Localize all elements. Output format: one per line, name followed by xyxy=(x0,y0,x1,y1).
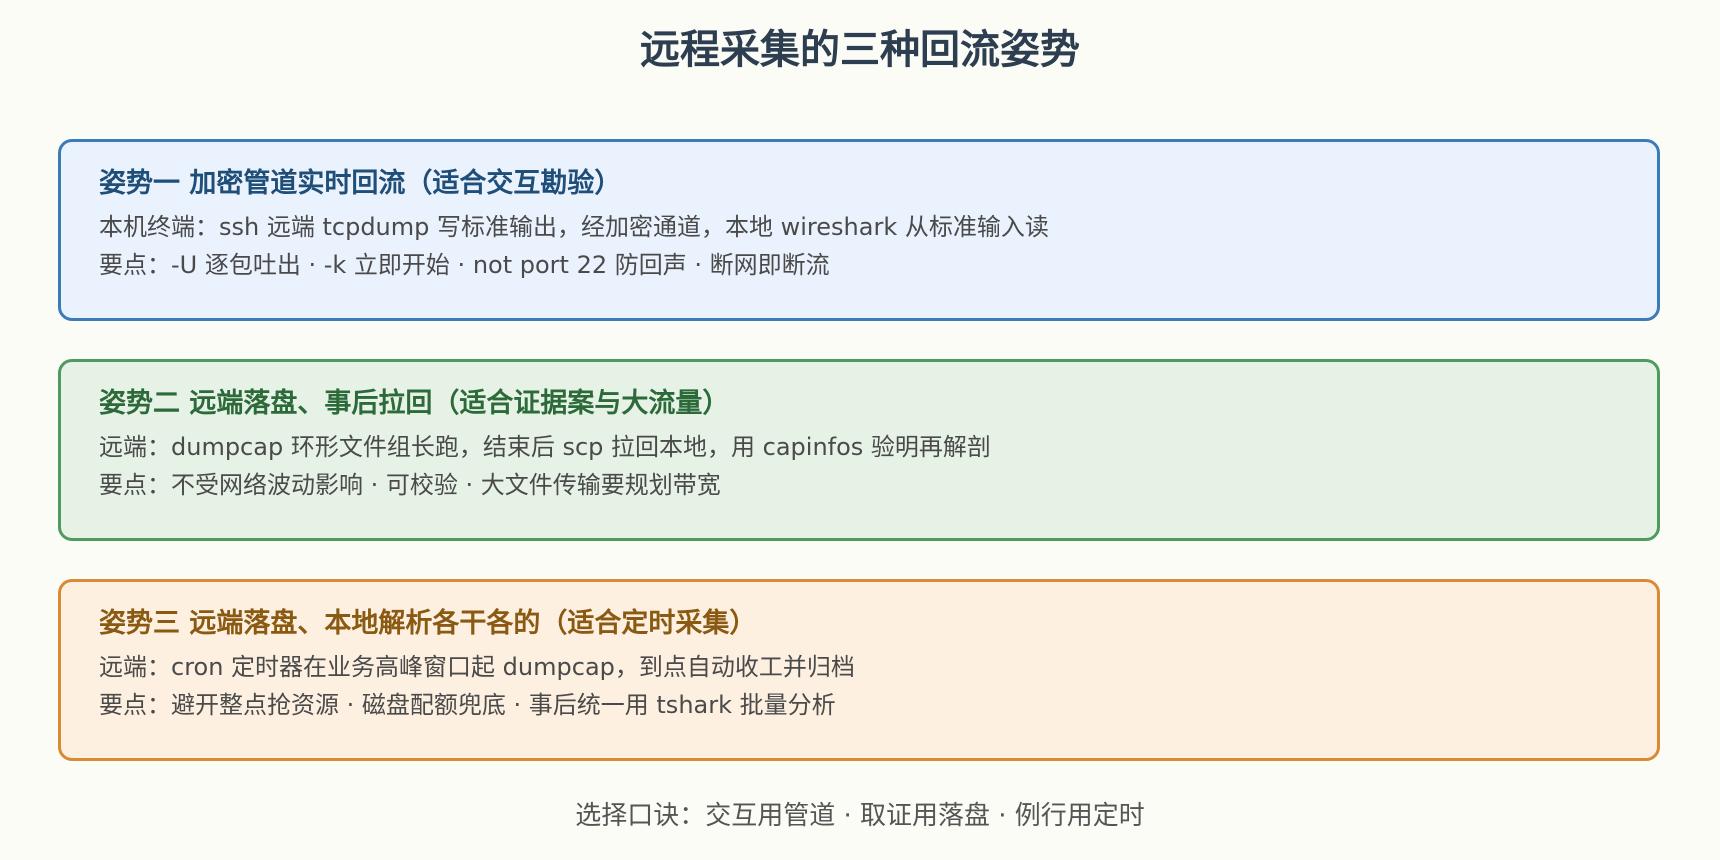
selection-mnemonic: 选择口诀：交互用管道 · 取证用落盘 · 例行用定时 xyxy=(575,801,1145,831)
card-description: 远端：dumpcap 环形文件组长跑，结束后 scp 拉回本地，用 capinf… xyxy=(99,433,991,461)
card-description: 本机终端：ssh 远端 tcpdump 写标准输出，经加密通道，本地 wires… xyxy=(99,213,1049,241)
method-card-scheduled: 姿势三 远端落盘、本地解析各干各的（适合定时采集） 远端：cron 定时器在业务… xyxy=(58,579,1660,761)
card-title: 姿势二 远端落盘、事后拉回（适合证据案与大流量） xyxy=(99,388,730,419)
card-title: 姿势一 加密管道实时回流（适合交互勘验） xyxy=(99,168,622,199)
card-key-points: 要点：不受网络波动影响 · 可校验 · 大文件传输要规划带宽 xyxy=(99,471,721,499)
method-card-remote-save: 姿势二 远端落盘、事后拉回（适合证据案与大流量） 远端：dumpcap 环形文件… xyxy=(58,359,1660,541)
card-title: 姿势三 远端落盘、本地解析各干各的（适合定时采集） xyxy=(99,608,757,639)
page-title: 远程采集的三种回流姿势 xyxy=(640,27,1080,73)
card-description: 远端：cron 定时器在业务高峰窗口起 dumpcap，到点自动收工并归档 xyxy=(99,653,855,681)
method-card-pipe: 姿势一 加密管道实时回流（适合交互勘验） 本机终端：ssh 远端 tcpdump… xyxy=(58,139,1660,321)
card-key-points: 要点：-U 逐包吐出 · -k 立即开始 · not port 22 防回声 ·… xyxy=(99,251,830,279)
card-key-points: 要点：避开整点抢资源 · 磁盘配额兜底 · 事后统一用 tshark 批量分析 xyxy=(99,691,836,719)
